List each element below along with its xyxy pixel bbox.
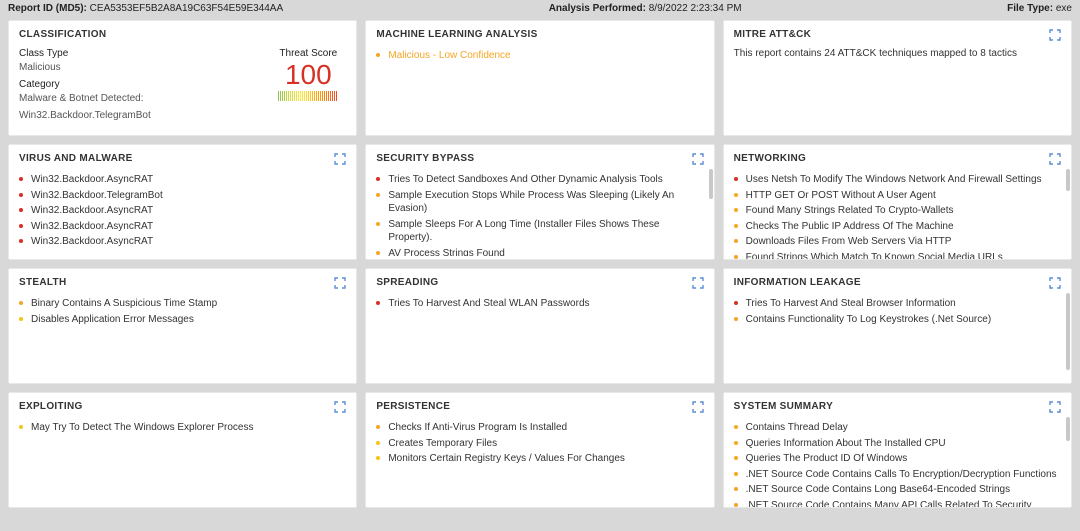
threat-score-bar: [278, 91, 338, 101]
list-item: May Try To Detect The Windows Explorer P…: [19, 420, 346, 436]
list-item: Binary Contains A Suspicious Time Stamp: [19, 296, 346, 312]
list-item: Tries To Harvest And Steal WLAN Password…: [376, 296, 703, 312]
list-item: Monitors Certain Registry Keys / Values …: [376, 451, 703, 467]
networking-list: Uses Netsh To Modify The Windows Network…: [734, 172, 1061, 260]
list-item: Checks If Anti-Virus Program Is Installe…: [376, 420, 703, 436]
summary-list: Contains Thread Delay Queries Informatio…: [734, 420, 1061, 508]
scrollbar[interactable]: [1066, 293, 1070, 379]
persistence-list: Checks If Anti-Virus Program Is Installe…: [376, 420, 703, 467]
exploiting-card: EXPLOITING May Try To Detect The Windows…: [8, 392, 357, 508]
dashboard-grid: CLASSIFICATION Class Type Malicious Cate…: [0, 20, 1080, 516]
expand-icon[interactable]: [1049, 29, 1061, 41]
networking-title: NETWORKING: [734, 153, 1061, 164]
information-leakage-card: INFORMATION LEAKAGE Tries To Harvest And…: [723, 268, 1072, 384]
exploiting-list: May Try To Detect The Windows Explorer P…: [19, 420, 346, 436]
list-item: Found Strings Which Match To Known Socia…: [734, 250, 1061, 261]
category-value-2: Win32.Backdoor.TelegramBot: [19, 110, 278, 121]
list-item: Creates Temporary Files: [376, 436, 703, 452]
expand-icon[interactable]: [692, 401, 704, 413]
ml-analysis-card: MACHINE LEARNING ANALYSIS Malicious - Lo…: [365, 20, 714, 136]
virus-malware-card: VIRUS AND MALWARE Win32.Backdoor.AsyncRA…: [8, 144, 357, 260]
analysis-label: Analysis Performed:: [549, 3, 646, 14]
list-item: Contains Thread Delay: [734, 420, 1061, 436]
list-item: Downloads Files From Web Servers Via HTT…: [734, 234, 1061, 250]
stealth-card: STEALTH Binary Contains A Suspicious Tim…: [8, 268, 357, 384]
list-item: Queries The Product ID Of Windows: [734, 451, 1061, 467]
list-item: Win32.Backdoor.AsyncRAT: [19, 234, 346, 250]
scrollbar[interactable]: [1066, 417, 1070, 503]
file-type: File Type: exe: [1007, 3, 1072, 14]
file-type-value: exe: [1056, 3, 1072, 14]
networking-card: NETWORKING Uses Netsh To Modify The Wind…: [723, 144, 1072, 260]
bypass-list: Tries To Detect Sandboxes And Other Dyna…: [376, 172, 703, 256]
list-item: Checks The Public IP Address Of The Mach…: [734, 219, 1061, 235]
header-bar: Report ID (MD5): CEA5353EF5B2A8A19C63F54…: [0, 0, 1080, 20]
list-item: Win32.Backdoor.AsyncRAT: [19, 172, 346, 188]
report-id-label: Report ID (MD5):: [8, 3, 87, 14]
stealth-title: STEALTH: [19, 277, 346, 288]
threat-score-label: Threat Score: [278, 48, 338, 59]
list-item: .NET Source Code Contains Long Base64-En…: [734, 482, 1061, 498]
security-bypass-card: SECURITY BYPASS Tries To Detect Sandboxe…: [365, 144, 714, 260]
report-id-value: CEA5353EF5B2A8A19C63F54E59E344AA: [90, 3, 283, 14]
mitre-title: MITRE ATT&CK: [734, 29, 1061, 40]
category-value-1: Malware & Botnet Detected:: [19, 93, 278, 104]
spreading-card: SPREADING Tries To Harvest And Steal WLA…: [365, 268, 714, 384]
report-id: Report ID (MD5): CEA5353EF5B2A8A19C63F54…: [8, 3, 283, 14]
list-item: Sample Sleeps For A Long Time (Installer…: [376, 217, 703, 246]
list-item: Malicious - Low Confidence: [376, 48, 703, 64]
expand-icon[interactable]: [334, 401, 346, 413]
bypass-title: SECURITY BYPASS: [376, 153, 703, 164]
summary-title: SYSTEM SUMMARY: [734, 401, 1061, 412]
list-item: Win32.Backdoor.TelegramBot: [19, 188, 346, 204]
virus-list: Win32.Backdoor.AsyncRAT Win32.Backdoor.T…: [19, 172, 346, 250]
scrollbar[interactable]: [709, 169, 713, 255]
classification-card: CLASSIFICATION Class Type Malicious Cate…: [8, 20, 357, 136]
analysis-performed: Analysis Performed: 8/9/2022 2:23:34 PM: [549, 3, 742, 14]
list-item: Win32.Backdoor.AsyncRAT: [19, 203, 346, 219]
expand-icon[interactable]: [692, 277, 704, 289]
list-item: Sample Execution Stops While Process Was…: [376, 188, 703, 217]
expand-icon[interactable]: [692, 153, 704, 165]
expand-icon[interactable]: [334, 277, 346, 289]
list-item: .NET Source Code Contains Many API Calls…: [734, 498, 1061, 509]
list-item: Queries Information About The Installed …: [734, 436, 1061, 452]
system-summary-card: SYSTEM SUMMARY Contains Thread Delay Que…: [723, 392, 1072, 508]
expand-icon[interactable]: [334, 153, 346, 165]
stealth-list: Binary Contains A Suspicious Time Stamp …: [19, 296, 346, 327]
threat-score-value: 100: [278, 61, 338, 89]
list-item: .NET Source Code Contains Calls To Encry…: [734, 467, 1061, 483]
classification-title: CLASSIFICATION: [19, 29, 346, 40]
list-item: Disables Application Error Messages: [19, 312, 346, 328]
list-item: Tries To Harvest And Steal Browser Infor…: [734, 296, 1061, 312]
mitre-text: This report contains 24 ATT&CK technique…: [734, 48, 1061, 59]
list-item: Uses Netsh To Modify The Windows Network…: [734, 172, 1061, 188]
category-label: Category: [19, 79, 278, 90]
class-type-label: Class Type: [19, 48, 278, 59]
list-item: HTTP GET Or POST Without A User Agent: [734, 188, 1061, 204]
expand-icon[interactable]: [1049, 153, 1061, 165]
ml-analysis-title: MACHINE LEARNING ANALYSIS: [376, 29, 703, 40]
scrollbar[interactable]: [1066, 169, 1070, 255]
spreading-title: SPREADING: [376, 277, 703, 288]
persistence-title: PERSISTENCE: [376, 401, 703, 412]
leakage-title: INFORMATION LEAKAGE: [734, 277, 1061, 288]
spreading-list: Tries To Harvest And Steal WLAN Password…: [376, 296, 703, 312]
persistence-card: PERSISTENCE Checks If Anti-Virus Program…: [365, 392, 714, 508]
mitre-attack-card: MITRE ATT&CK This report contains 24 ATT…: [723, 20, 1072, 136]
list-item: Found Many Strings Related To Crypto-Wal…: [734, 203, 1061, 219]
list-item: AV Process Strings Found: [376, 246, 703, 257]
analysis-value: 8/9/2022 2:23:34 PM: [649, 3, 742, 14]
expand-icon[interactable]: [1049, 401, 1061, 413]
exploiting-title: EXPLOITING: [19, 401, 346, 412]
leakage-list: Tries To Harvest And Steal Browser Infor…: [734, 296, 1061, 327]
class-type-value: Malicious: [19, 62, 278, 73]
virus-title: VIRUS AND MALWARE: [19, 153, 346, 164]
list-item: Tries To Detect Sandboxes And Other Dyna…: [376, 172, 703, 188]
file-type-label: File Type:: [1007, 3, 1053, 14]
list-item: Win32.Backdoor.AsyncRAT: [19, 219, 346, 235]
ml-list: Malicious - Low Confidence: [376, 48, 703, 64]
expand-icon[interactable]: [1049, 277, 1061, 289]
list-item: Contains Functionality To Log Keystrokes…: [734, 312, 1061, 328]
